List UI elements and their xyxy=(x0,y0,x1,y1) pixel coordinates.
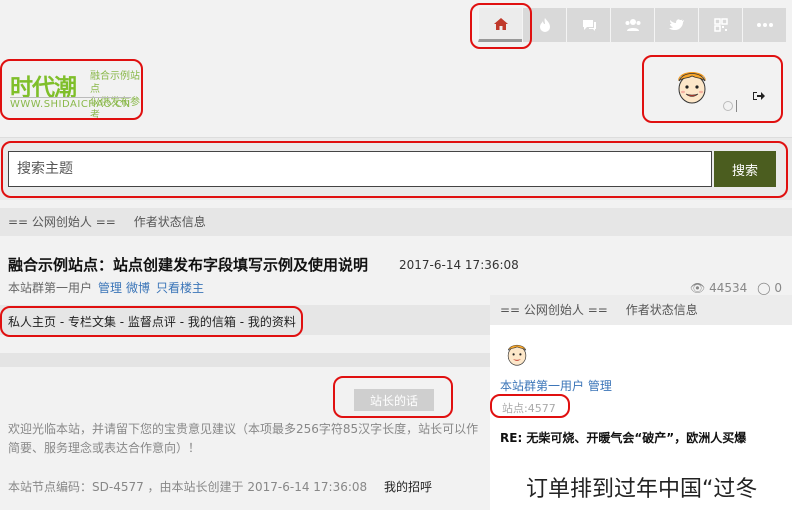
site-logo[interactable]: 时代潮 融合示例站点 仅供发布参考 WWW.SHIDAICHAO.CN xyxy=(6,62,140,121)
popup-status-label: 作者状态信息 xyxy=(625,303,698,317)
welcome-text: 欢迎光临本站，并请留下您的宝贵意见建议（本项最多256字符85汉字长度，站长可以… xyxy=(8,422,479,455)
tab-users[interactable] xyxy=(610,8,654,42)
top-nav xyxy=(478,8,792,42)
tab-home[interactable] xyxy=(478,8,522,42)
tab-hot[interactable] xyxy=(522,8,566,42)
popup-manage-link[interactable]: 管理 xyxy=(588,379,612,393)
popup-avatar[interactable] xyxy=(502,337,532,369)
founder-label: == 公网创始人 == xyxy=(8,215,116,229)
status-dot xyxy=(723,101,733,111)
popup-headline[interactable]: 订单排到过年中国“过冬 xyxy=(526,471,757,503)
home-icon xyxy=(493,17,508,30)
separator-band xyxy=(0,353,490,367)
greeting-link[interactable]: 我的招呼 xyxy=(384,478,432,495)
tab-twitter[interactable] xyxy=(654,8,698,42)
tab-qrcode[interactable] xyxy=(698,8,742,42)
popup-founder-label: == 公网创始人 == xyxy=(500,303,608,317)
fire-icon xyxy=(539,18,550,32)
logout-icon xyxy=(753,92,765,100)
avatar-image xyxy=(678,72,706,104)
popup-reply-title[interactable]: RE: 无柴可烧、开暖气会“破产”，欧洲人买爆 xyxy=(500,429,746,446)
chat-icon xyxy=(582,20,596,31)
status-label: 作者状态信息 xyxy=(133,215,206,229)
search-button[interactable]: 搜索 xyxy=(714,151,776,187)
post-title[interactable]: 融合示例站点：站点创建发布字段填写示例及使用说明 xyxy=(8,254,368,275)
author-popup: == 公网创始人 == 作者状态信息 本站群第一用户 管理 站点:4577 RE… xyxy=(490,295,792,510)
popup-user-link[interactable]: 本站群第一用户 xyxy=(500,379,584,393)
qrcode-icon xyxy=(713,18,728,32)
logo-tagline: 融合示例站点 仅供发布参考 xyxy=(90,71,140,121)
weibo-link[interactable]: 微博 xyxy=(126,281,150,295)
views-count: 44534 xyxy=(709,281,748,295)
profile-menu[interactable]: 私人主页 - 专栏文集 - 监督点评 - 我的信箱 - 我的资料 xyxy=(8,313,296,330)
comment-icon: ◯ xyxy=(757,281,771,295)
comments-count: 0 xyxy=(774,281,782,295)
post-meta: 本站群第一用户 管理 微博 只看楼主 xyxy=(8,279,204,296)
tab-more[interactable] xyxy=(742,8,786,42)
twitter-icon xyxy=(668,19,684,30)
users-icon xyxy=(625,19,640,31)
logo-url: WWW.SHIDAICHAO.CN xyxy=(10,97,131,110)
more-icon xyxy=(756,23,773,27)
popup-user: 本站群第一用户 管理 xyxy=(500,377,612,394)
user-avatar[interactable] xyxy=(670,63,714,107)
owner-message-button[interactable]: 站长的话 xyxy=(354,389,434,411)
logout-button[interactable] xyxy=(752,87,766,106)
popup-header: == 公网创始人 == 作者状态信息 xyxy=(490,295,792,325)
popup-points: 站点:4577 xyxy=(502,402,556,415)
avatar-image xyxy=(507,344,527,366)
eye-icon: 👁 xyxy=(690,281,706,295)
owner-only-link[interactable]: 只看楼主 xyxy=(156,281,204,295)
section-header: == 公网创始人 == 作者状态信息 xyxy=(0,208,792,236)
post-stats: 👁 44534 ◯ 0 xyxy=(690,281,782,295)
search-input[interactable] xyxy=(8,151,712,187)
tab-chat[interactable] xyxy=(566,8,610,42)
divider xyxy=(736,100,737,112)
manage-link[interactable]: 管理 xyxy=(98,281,122,295)
post-author: 本站群第一用户 xyxy=(8,281,93,295)
node-note: 本站节点编码：SD-4577 ，由本站长创建于 2017-6-14 17:36:… xyxy=(8,480,368,494)
post-date: 2017-6-14 17:36:08 xyxy=(399,258,519,272)
